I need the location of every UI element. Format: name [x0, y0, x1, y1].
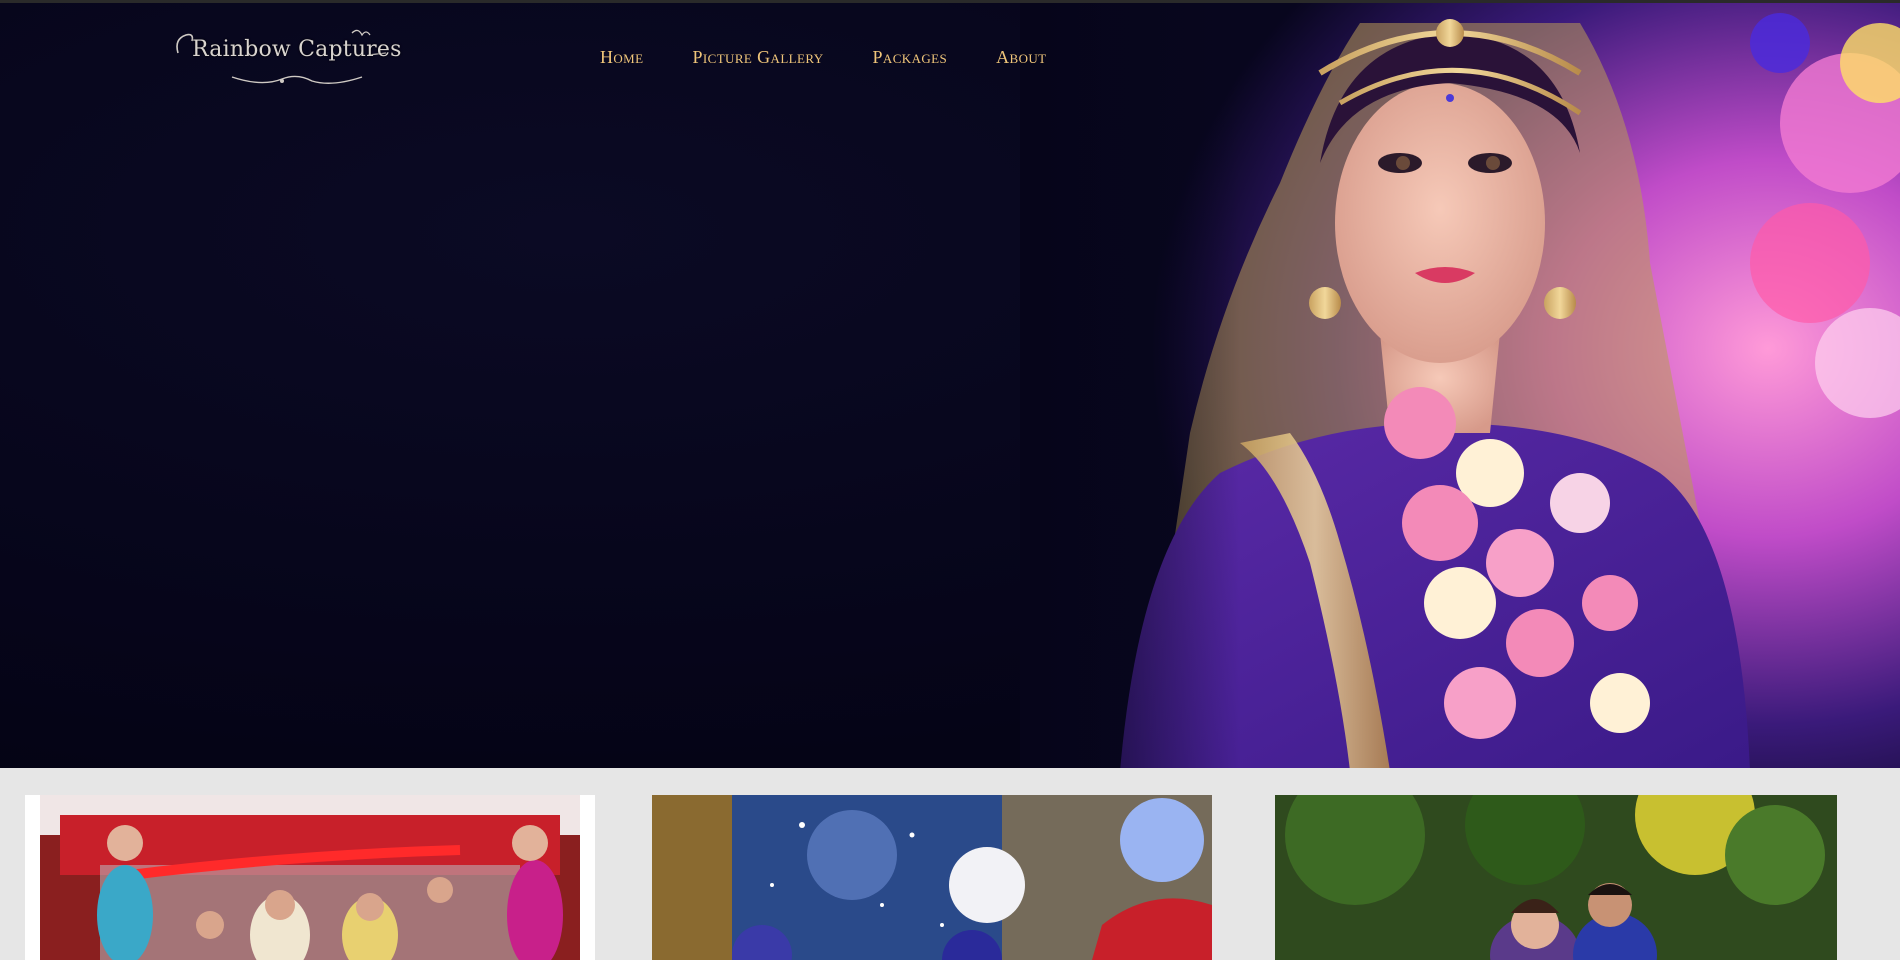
- gallery-card-image: [40, 795, 580, 960]
- gallery-card[interactable]: [25, 795, 595, 960]
- main-nav: Home Picture Gallery Packages About: [600, 47, 1047, 73]
- hero-banner: Rainbow Captures Home Picture Gallery Pa…: [0, 0, 1900, 768]
- gallery-card[interactable]: [645, 795, 1215, 960]
- logo-text: Rainbow Captures: [192, 37, 402, 62]
- brand-logo[interactable]: Rainbow Captures: [172, 25, 401, 87]
- gallery-card[interactable]: [1262, 795, 1852, 960]
- gallery-card-image: [652, 795, 1212, 960]
- gallery-cards: [0, 795, 1900, 960]
- gallery-card-image: [1275, 795, 1837, 960]
- nav-picture-gallery-link[interactable]: Picture Gallery: [693, 47, 824, 73]
- hero-fade-overlay: [1020, 3, 1240, 768]
- nav-packages-link[interactable]: Packages: [873, 47, 948, 73]
- nav-about-link[interactable]: About: [996, 47, 1046, 73]
- nav-home-link[interactable]: Home: [600, 47, 644, 73]
